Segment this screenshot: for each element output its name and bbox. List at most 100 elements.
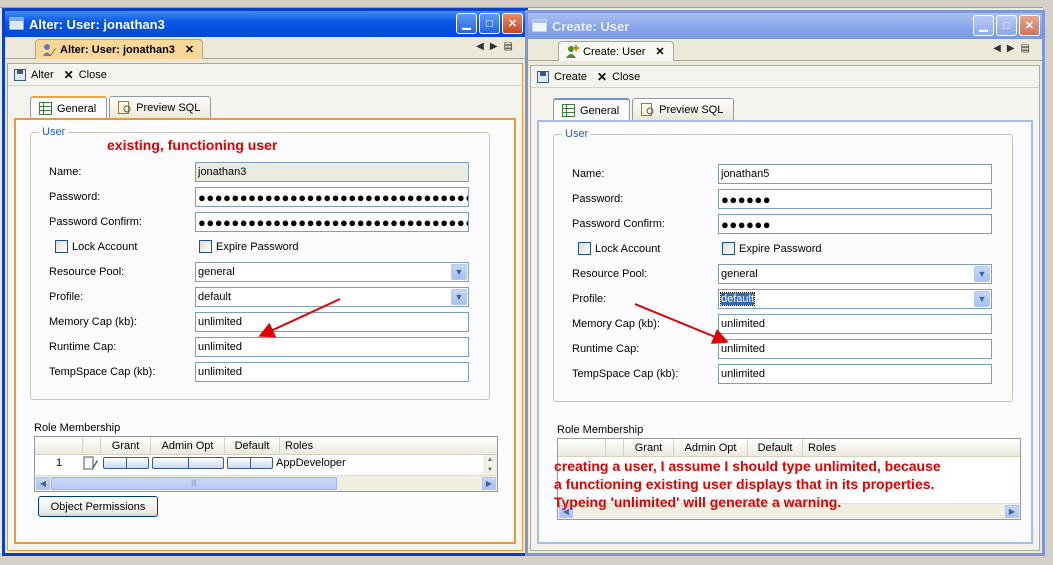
admin-opt-toggle[interactable] (152, 457, 224, 469)
row-icon-header (606, 439, 624, 457)
table-row[interactable]: 1 AppDeveloper (35, 455, 497, 471)
name-field[interactable]: jonathan3 (195, 162, 469, 182)
profile-select[interactable]: default ▼ (718, 289, 992, 309)
column-header-default[interactable]: Default (225, 437, 280, 455)
password-confirm-field[interactable]: ●●●●●● (718, 214, 992, 234)
runtime-cap-field[interactable]: unlimited (195, 337, 469, 357)
close-window-button[interactable]: ✕ (1019, 15, 1040, 36)
chevron-down-icon[interactable]: ▼ (974, 291, 990, 307)
profile-select[interactable]: default ▼ (195, 287, 469, 307)
minimize-button[interactable]: ▁ (456, 13, 477, 34)
editor-tab-alter-user[interactable]: Alter: User: jonathan3 ✕ (35, 39, 204, 59)
annotation-line: a functioning existing user displays tha… (554, 476, 935, 492)
chevron-down-icon[interactable]: ▼ (451, 289, 467, 305)
password-label: Password: (572, 193, 624, 205)
alter-window-titlebar[interactable]: Alter: User: jonathan3 ▁ □ ✕ (5, 11, 525, 37)
lock-account-label: Lock Account (72, 240, 138, 253)
row-header-corner (558, 439, 606, 457)
alter-button-label: Alter (31, 68, 54, 81)
editor-tab-create-user[interactable]: Create: User ✕ (558, 41, 674, 61)
password-field[interactable]: ●●●●●●●●●●●●●●●●●●●●●●●●●●●●●●●●●●● (195, 187, 469, 207)
column-header-roles[interactable]: Roles (803, 439, 863, 457)
checkbox-box[interactable] (578, 242, 591, 255)
default-toggle[interactable] (227, 457, 273, 469)
user-group-legend: User (39, 126, 69, 138)
tab-preview-sql[interactable]: Preview SQL (109, 96, 212, 118)
role-edit-icon (83, 456, 98, 470)
vertical-scrollbar[interactable]: ▲ ▼ (483, 455, 497, 477)
runtime-cap-label: Runtime Cap: (49, 341, 117, 353)
object-permissions-label: Object Permissions (50, 500, 146, 513)
tab-preview-sql[interactable]: Preview SQL (632, 98, 735, 120)
create-window-titlebar[interactable]: Create: User ▁ □ ✕ (528, 13, 1042, 39)
create-button[interactable]: Create (537, 70, 593, 83)
minimize-button[interactable]: ▁ (973, 15, 994, 36)
maximize-button[interactable]: □ (996, 15, 1017, 36)
checkbox-box[interactable] (55, 240, 68, 253)
checkbox-box[interactable] (199, 240, 212, 253)
memory-cap-field[interactable]: unlimited (718, 314, 992, 334)
name-field[interactable]: jonathan5 (718, 164, 992, 184)
chevron-down-icon[interactable]: ▼ (451, 264, 467, 280)
checkbox-box[interactable] (722, 242, 735, 255)
expire-password-checkbox[interactable]: Expire Password (722, 242, 822, 255)
memory-cap-field[interactable]: unlimited (195, 312, 469, 332)
scroll-right-icon[interactable]: ▶ (1005, 505, 1019, 518)
resource-pool-select[interactable]: general ▼ (718, 264, 992, 284)
close-editor-button[interactable]: ✕ Close (597, 70, 646, 84)
column-header-grant[interactable]: Grant (101, 437, 151, 455)
tempspace-cap-field[interactable]: unlimited (718, 364, 992, 384)
column-header-default[interactable]: Default (748, 439, 803, 457)
alter-user-window: Alter: User: jonathan3 ▁ □ ✕ Alter: User… (2, 8, 528, 556)
password-label: Password: (49, 191, 101, 203)
window-app-icon (9, 17, 24, 30)
window-app-icon (532, 19, 547, 32)
tab-close-icon[interactable]: ✕ (655, 45, 664, 58)
annotation-line: Typeing 'unlimited' will generate a warn… (554, 494, 842, 510)
close-editor-button[interactable]: ✕ Close (64, 68, 113, 82)
editor-tab-label: Create: User (583, 45, 646, 58)
scroll-right-icon[interactable]: ▶ (482, 477, 496, 490)
object-permissions-button[interactable]: Object Permissions (38, 496, 158, 517)
resource-pool-value: general (198, 266, 235, 278)
scroll-left-icon[interactable]: ◀ (36, 477, 50, 490)
lock-account-checkbox[interactable]: Lock Account (578, 242, 660, 255)
memory-cap-label: Memory Cap (kb): (572, 318, 661, 330)
expire-password-checkbox[interactable]: Expire Password (199, 240, 299, 253)
resource-pool-select[interactable]: general ▼ (195, 262, 469, 282)
tab-general[interactable]: General (30, 96, 108, 119)
close-icon: ✕ (597, 69, 608, 84)
tab-nav-controls[interactable]: ◀▶▤ (993, 43, 1036, 54)
create-user-annotation: creating a user, I assume I should type … (554, 457, 941, 511)
column-header-admin-opt[interactable]: Admin Opt (674, 439, 748, 457)
scroll-thumb[interactable]: ||| (51, 477, 337, 490)
password-field[interactable]: ●●●●●● (718, 189, 992, 209)
alter-button[interactable]: Alter (14, 68, 60, 81)
column-header-roles[interactable]: Roles (280, 437, 340, 455)
create-toolbar: Create ✕ Close (531, 66, 1039, 88)
horizontal-scrollbar[interactable]: ◀ ||| ▶ (35, 475, 497, 491)
grant-toggle[interactable] (103, 457, 149, 469)
chevron-down-icon[interactable]: ▼ (974, 266, 990, 282)
name-value: jonathan5 (721, 168, 770, 180)
lock-account-checkbox[interactable]: Lock Account (55, 240, 137, 253)
close-button-label: Close (612, 70, 641, 83)
annotation-line: creating a user, I assume I should type … (554, 458, 941, 474)
runtime-cap-value: unlimited (721, 343, 766, 355)
close-window-button[interactable]: ✕ (502, 13, 523, 34)
tab-close-icon[interactable]: ✕ (185, 43, 194, 56)
editor-tab-strip: Alter: User: jonathan3 ✕ ◀▶▤ (5, 37, 525, 59)
memory-cap-value: unlimited (198, 316, 243, 328)
user-group: User Name: jonathan5 Password: ●●●●●● Pa… (553, 128, 1013, 402)
tab-nav-controls[interactable]: ◀▶▤ (476, 41, 519, 52)
password-confirm-field[interactable]: ●●●●●●●●●●●●●●●●●●●●●●●●●●●●●●●●●●● (195, 212, 469, 232)
tempspace-cap-field[interactable]: unlimited (195, 362, 469, 382)
maximize-button[interactable]: □ (479, 13, 500, 34)
resource-pool-label: Resource Pool: (49, 266, 125, 278)
subtab-strip: General Preview SQL (30, 96, 212, 119)
memory-cap-value: unlimited (721, 318, 766, 330)
runtime-cap-field[interactable]: unlimited (718, 339, 992, 359)
tab-general[interactable]: General (553, 98, 631, 121)
column-header-grant[interactable]: Grant (624, 439, 674, 457)
column-header-admin-opt[interactable]: Admin Opt (151, 437, 225, 455)
